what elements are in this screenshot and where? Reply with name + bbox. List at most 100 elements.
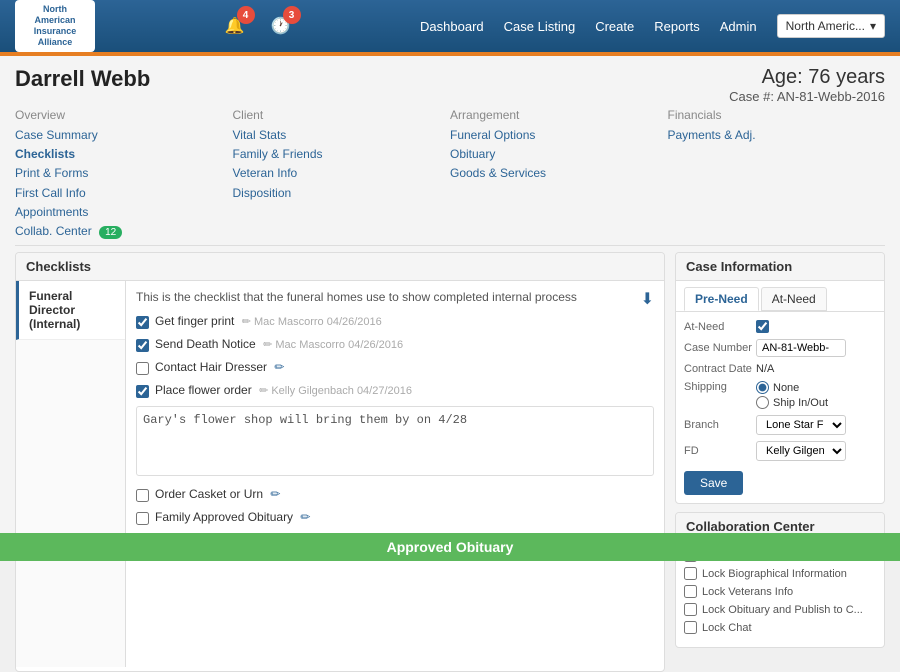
tab-at-need[interactable]: At-Need [761, 287, 827, 311]
nav-dashboard[interactable]: Dashboard [420, 19, 484, 34]
nav-first-call-info[interactable]: First Call Info [15, 184, 233, 203]
logo: North American Insurance Alliance [15, 0, 95, 51]
checklist-item-2: Send Death Notice ✏ Mac Mascorro 04/26/2… [136, 337, 654, 352]
top-navigation: North American Insurance Alliance 🔔 4 🕐 … [0, 0, 900, 52]
nav-disposition[interactable]: Disposition [233, 184, 451, 203]
case-nav-menu: Overview Case Summary Checklists Print &… [15, 108, 885, 246]
at-need-field: At-Need [684, 320, 876, 333]
nav-collab-center[interactable]: Collab. Center 12 [15, 222, 233, 241]
checklist-meta-2: ✏ Mac Mascorro 04/26/2016 [263, 339, 403, 351]
checklist-label-1: Get finger print ✏ Mac Mascorro 04/26/20… [155, 314, 654, 328]
clock-badge: 3 [283, 6, 301, 24]
overview-section: Overview Case Summary Checklists Print &… [15, 108, 233, 241]
checklist-label-2: Send Death Notice ✏ Mac Mascorro 04/26/2… [155, 337, 654, 351]
page-content: Darrell Webb Age: 76 years Case #: AN-81… [0, 56, 900, 561]
checklist-label-3: Contact Hair Dresser ✏ [155, 360, 654, 374]
checklist-item-3: Contact Hair Dresser ✏ [136, 360, 654, 375]
pencil-icon-3[interactable]: ✏ [274, 360, 284, 374]
collab-item-2: Lock Biographical Information [684, 567, 876, 580]
checklist-label-5: Order Casket or Urn ✏ [155, 487, 654, 501]
branch-select[interactable]: Lone Star Fu [756, 415, 846, 435]
save-button[interactable]: Save [684, 471, 743, 495]
shipping-field: Shipping None Ship In/Out [684, 381, 876, 409]
nav-checklists[interactable]: Checklists [15, 145, 233, 164]
shipping-none-radio[interactable] [756, 381, 769, 394]
client-section: Client Vital Stats Family & Friends Vete… [233, 108, 451, 241]
pencil-icon-6[interactable]: ✏ [300, 510, 310, 524]
patient-header: Darrell Webb Age: 76 years Case #: AN-81… [15, 66, 885, 104]
patient-info-right: Age: 76 years Case #: AN-81-Webb-2016 [729, 66, 885, 104]
fd-select[interactable]: Kelly Gilgenl [756, 441, 846, 461]
checklist-meta-4: ✏ Kelly Gilgenbach 04/27/2016 [259, 385, 412, 397]
nav-family-friends[interactable]: Family & Friends [233, 145, 451, 164]
shipping-inout-radio[interactable] [756, 396, 769, 409]
financials-title: Financials [668, 108, 886, 122]
nav-obituary[interactable]: Obituary [450, 145, 668, 164]
nav-reports[interactable]: Reports [654, 19, 700, 34]
checklist-item-6: Family Approved Obituary ✏ [136, 510, 654, 525]
tab-pre-need[interactable]: Pre-Need [684, 287, 759, 311]
shipping-none: None [756, 381, 828, 394]
nav-icons: 🔔 4 🕐 3 [217, 8, 299, 44]
checklist-sidebar: Funeral Director (Internal) [16, 281, 126, 667]
checklist-description: This is the checklist that the funeral h… [136, 289, 654, 306]
lock-biographical-checkbox[interactable] [684, 567, 697, 580]
chevron-down-icon: ▾ [870, 19, 876, 33]
nav-case-summary[interactable]: Case Summary [15, 126, 233, 145]
pencil-icon-5[interactable]: ✏ [270, 487, 280, 501]
checklist-item-5: Order Casket or Urn ✏ [136, 487, 654, 502]
nav-case-listing[interactable]: Case Listing [504, 19, 576, 34]
checklist-item-1: Get finger print ✏ Mac Mascorro 04/26/20… [136, 314, 654, 329]
nav-funeral-options[interactable]: Funeral Options [450, 126, 668, 145]
checklists-panel-header: Checklists [16, 253, 664, 281]
lock-obituary-checkbox[interactable] [684, 603, 697, 616]
nav-vital-stats[interactable]: Vital Stats [233, 126, 451, 145]
org-dropdown[interactable]: North Americ... ▾ [777, 14, 885, 38]
checklist-checkbox-2[interactable] [136, 339, 149, 352]
shipping-label: Shipping [684, 381, 752, 393]
nav-create[interactable]: Create [595, 19, 634, 34]
checklist-checkbox-4[interactable] [136, 385, 149, 398]
checklist-content: ⬇ This is the checklist that the funeral… [126, 281, 664, 667]
nav-goods-services[interactable]: Goods & Services [450, 164, 668, 183]
fd-label: FD [684, 445, 752, 457]
fd-field: FD Kelly Gilgenl [684, 441, 876, 461]
case-info-tabs: Pre-Need At-Need [676, 281, 884, 312]
lock-veterans-checkbox[interactable] [684, 585, 697, 598]
branch-field: Branch Lone Star Fu [684, 415, 876, 435]
arrangement-title: Arrangement [450, 108, 668, 122]
collab-badge: 12 [99, 226, 122, 239]
nav-payments[interactable]: Payments & Adj. [668, 126, 886, 145]
sidebar-tab-funeral-director[interactable]: Funeral Director (Internal) [16, 281, 125, 340]
checklist-label-4: Place flower order ✏ Kelly Gilgenbach 04… [155, 383, 654, 397]
checklist-checkbox-5[interactable] [136, 489, 149, 502]
flower-note-textarea[interactable]: Gary's flower shop will bring them by on… [136, 406, 654, 476]
checklist-label-6: Family Approved Obituary ✏ [155, 510, 654, 524]
patient-age: Age: 76 years [729, 66, 885, 89]
nav-admin[interactable]: Admin [720, 19, 757, 34]
right-panel: Case Information Pre-Need At-Need At-Nee… [675, 252, 885, 672]
clock-icon-wrap[interactable]: 🕐 3 [263, 8, 299, 44]
bell-icon-wrap[interactable]: 🔔 4 [217, 8, 253, 44]
branch-label: Branch [684, 419, 752, 431]
nav-appointments[interactable]: Appointments [15, 203, 233, 222]
at-need-checkbox[interactable] [756, 320, 769, 333]
patient-name: Darrell Webb [15, 66, 150, 92]
nav-print-forms[interactable]: Print & Forms [15, 164, 233, 183]
client-title: Client [233, 108, 451, 122]
checklist-checkbox-6[interactable] [136, 512, 149, 525]
checklists-panel-body: Funeral Director (Internal) ⬇ This is th… [16, 281, 664, 667]
checklist-checkbox-3[interactable] [136, 362, 149, 375]
case-info-box: Case Information Pre-Need At-Need At-Nee… [675, 252, 885, 504]
case-number-field: Case Number [684, 339, 876, 357]
arrangement-section: Arrangement Funeral Options Obituary Goo… [450, 108, 668, 241]
checklist-checkbox-1[interactable] [136, 316, 149, 329]
shipping-radio-group: None Ship In/Out [756, 381, 828, 409]
download-icon[interactable]: ⬇ [641, 289, 654, 309]
lock-chat-checkbox[interactable] [684, 621, 697, 634]
approved-obituary-bar: Approved Obituary [0, 533, 900, 561]
patient-case-number: Case #: AN-81-Webb-2016 [729, 89, 885, 104]
case-number-input[interactable] [756, 339, 846, 357]
nav-veteran-info[interactable]: Veteran Info [233, 164, 451, 183]
checklists-panel: Checklists Funeral Director (Internal) ⬇… [15, 252, 665, 672]
